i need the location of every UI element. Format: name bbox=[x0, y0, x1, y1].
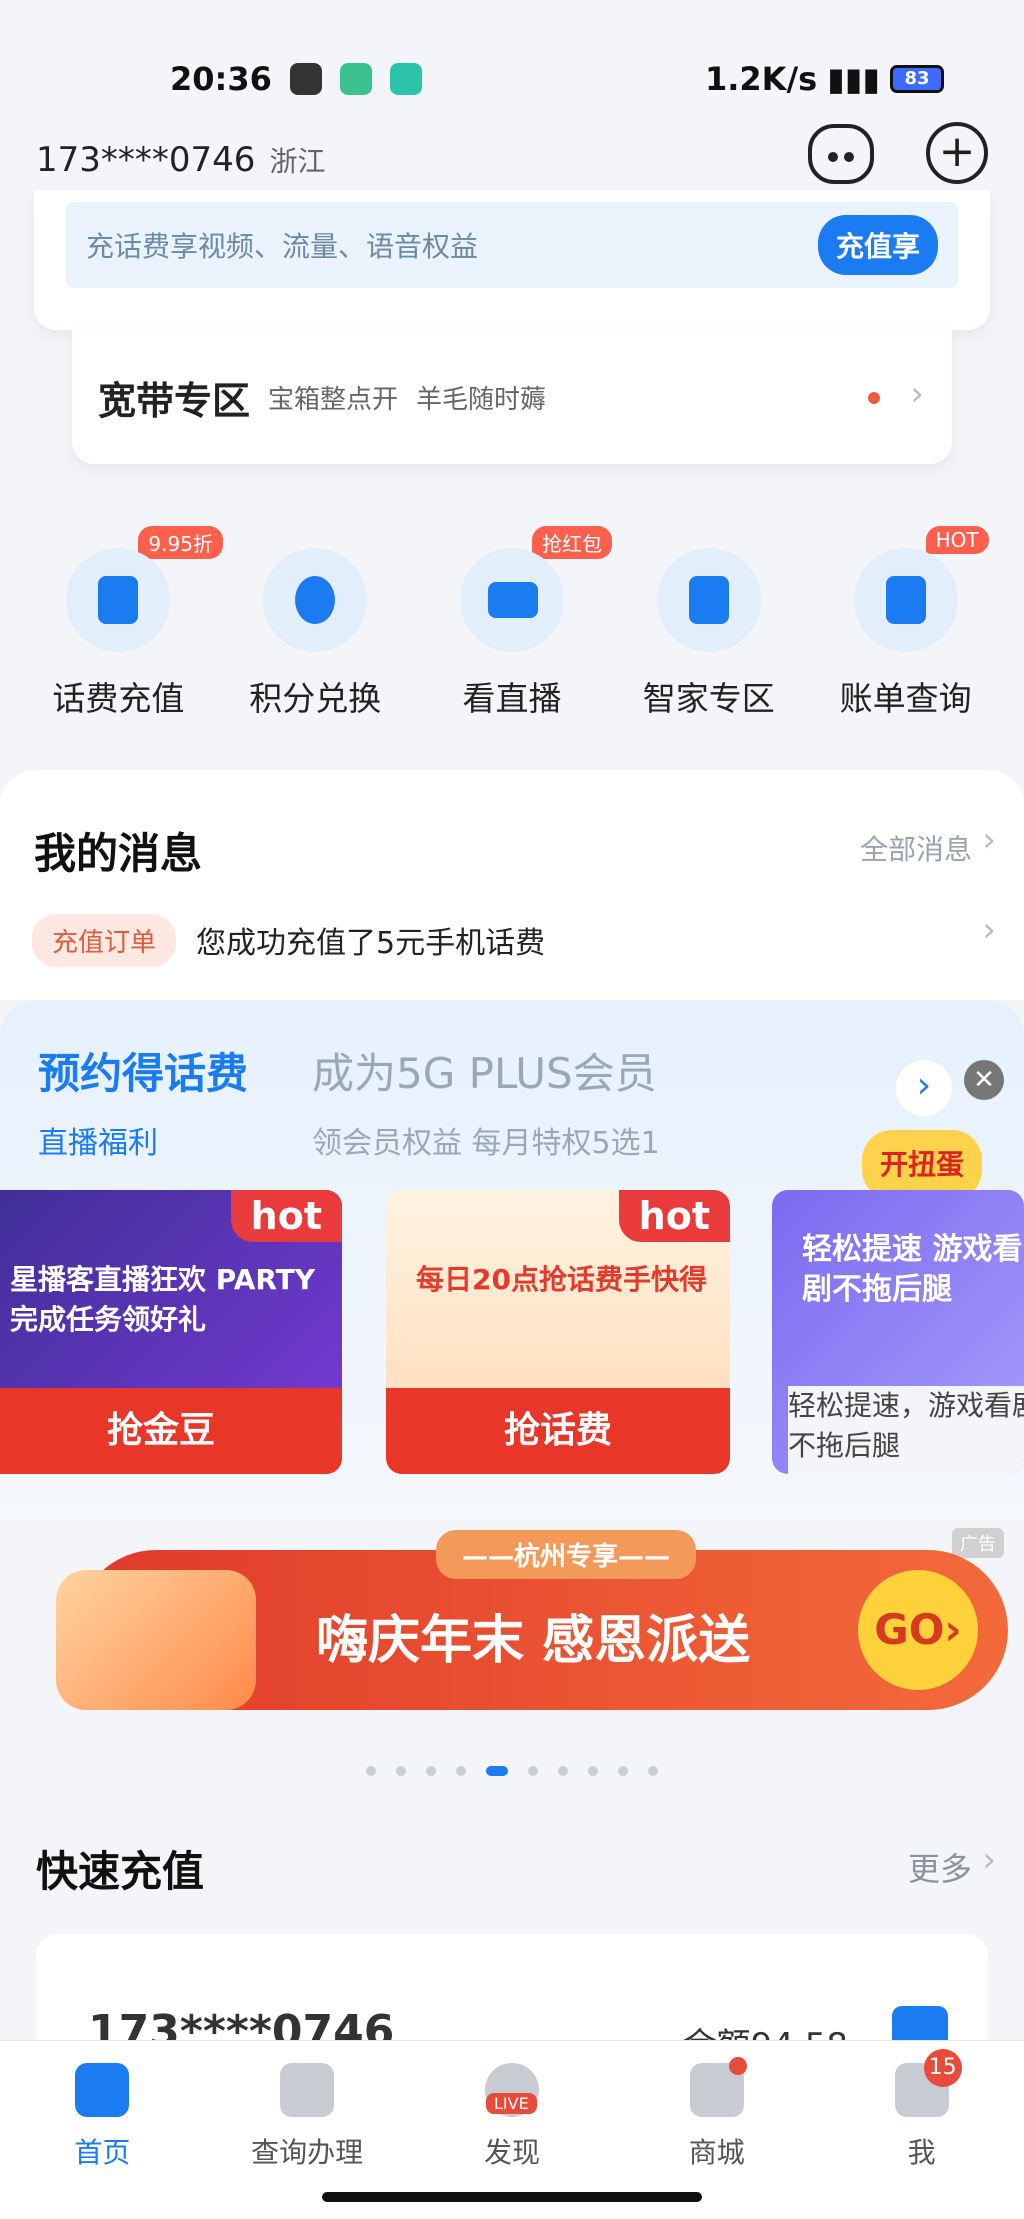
hot-badge: hot bbox=[618, 1190, 730, 1242]
broadband-zone[interactable]: 宽带专区 宝箱整点开 羊毛随时薅 › bbox=[72, 330, 952, 464]
all-messages-link[interactable]: 全部消息 bbox=[860, 828, 972, 868]
entry-points-exchange[interactable]: 积分兑换 bbox=[225, 520, 405, 720]
tab-home[interactable]: 首页 bbox=[32, 2063, 172, 2219]
promo-card-live[interactable]: hot 星播客直播狂欢 PARTY 完成任务领好礼 抢金豆 bbox=[0, 1190, 342, 1474]
broadband-sub1: 宝箱整点开 bbox=[268, 384, 399, 415]
tab-me[interactable]: 15 我 bbox=[852, 2049, 992, 2219]
coins-icon bbox=[263, 548, 368, 652]
unread-count-badge: 15 bbox=[923, 2049, 962, 2087]
entry-badge: 9.95折 bbox=[138, 526, 223, 559]
ad-label: 广告 bbox=[952, 1528, 1004, 1558]
broadband-sub2: 羊毛随时薅 bbox=[416, 384, 547, 415]
battery-icon: 83 bbox=[890, 65, 944, 93]
signal-icon: ▮▮▮ bbox=[827, 60, 880, 98]
carousel-indicator bbox=[0, 1766, 1024, 1776]
chevron-right-icon: › bbox=[982, 910, 996, 950]
message-text[interactable]: 您成功充值了5元手机话费 bbox=[196, 918, 545, 962]
robot-assistant-icon[interactable] bbox=[808, 124, 874, 184]
clock: 20:36 bbox=[170, 60, 272, 98]
ad-heading: ——杭州专享—— bbox=[436, 1530, 697, 1579]
ad-banner[interactable]: ——杭州专享—— 嗨庆年末 感恩派送 GO› bbox=[56, 1530, 1008, 1710]
phone-number[interactable]: 173****0746 bbox=[36, 140, 255, 180]
grab-beans-button[interactable]: 抢金豆 bbox=[0, 1388, 342, 1474]
home-icon bbox=[75, 2063, 130, 2117]
entry-label: 智家专区 bbox=[642, 679, 775, 718]
chevron-right-icon: › bbox=[982, 1840, 996, 1880]
entry-label: 账单查询 bbox=[839, 679, 972, 718]
grab-bill-button[interactable]: 抢话费 bbox=[386, 1388, 730, 1474]
home-indicator[interactable] bbox=[322, 2192, 702, 2202]
next-tab-button[interactable]: › bbox=[896, 1060, 952, 1116]
tab-reserve-bill[interactable]: 预约得话费 bbox=[38, 1040, 248, 1101]
tab-label: 发现 bbox=[483, 2136, 540, 2169]
tab-label: 查询办理 bbox=[251, 2136, 364, 2169]
video-icon bbox=[459, 548, 564, 652]
network-speed: 1.2K/s bbox=[704, 60, 818, 98]
home-icon bbox=[656, 548, 761, 652]
promo-card-bill[interactable]: hot 每日20点抢话费手快得 抢话费 bbox=[386, 1190, 730, 1474]
tab-label: 商城 bbox=[688, 2136, 745, 2169]
phone-icon bbox=[66, 548, 171, 652]
tab-5g-plus[interactable]: 成为5G PLUS会员 bbox=[312, 1040, 657, 1101]
promo-card-desc: 轻松提速，游戏看剧不拖后腿 bbox=[788, 1386, 1024, 1474]
quick-entries: 9.95折 话费充值 积分兑换 抢红包 看直播 智家专区 HOT 账单查询 bbox=[0, 520, 1024, 720]
my-messages: 我的消息 全部消息 › 充值订单 您成功充值了5元手机话费 › bbox=[0, 770, 1024, 1000]
recharge-card: 充话费享视频、流量、语音权益 充值享 bbox=[34, 190, 990, 330]
chevron-right-icon: › bbox=[982, 820, 996, 860]
tab-label: 首页 bbox=[74, 2136, 131, 2169]
promo-section: 预约得话费 直播福利 成为5G PLUS会员 领会员权益 每月特权5选1 › ✕… bbox=[0, 1000, 1024, 1520]
tab-reserve-bill-sub: 直播福利 bbox=[38, 1126, 158, 1161]
more-link[interactable]: 更多 bbox=[908, 1844, 972, 1890]
promo-card-text: 星播客直播狂欢 PARTY 完成任务领好礼 bbox=[10, 1263, 316, 1336]
status-bar: 20:36 1.2K/s ▮▮▮ 83 bbox=[0, 0, 1024, 118]
notification-dot bbox=[728, 2057, 747, 2075]
messages-title: 我的消息 bbox=[34, 829, 203, 878]
ad-slogan: 嗨庆年末 感恩派送 bbox=[316, 1611, 751, 1671]
message-notification-icon bbox=[289, 63, 322, 95]
recharge-banner[interactable]: 充话费享视频、流量、语音权益 充值享 bbox=[66, 202, 958, 288]
promo-card-text: 每日20点抢话费手快得 bbox=[416, 1263, 707, 1296]
add-icon[interactable]: + bbox=[926, 122, 988, 184]
app-notification-icon-2 bbox=[389, 63, 422, 95]
go-button[interactable]: GO› bbox=[858, 1570, 978, 1690]
app-notification-icon bbox=[339, 63, 372, 95]
notification-dot bbox=[868, 392, 880, 404]
region-label: 浙江 bbox=[269, 145, 326, 178]
broadband-title: 宽带专区 bbox=[98, 378, 251, 423]
hot-badge: hot bbox=[230, 1190, 342, 1242]
entry-badge: 抢红包 bbox=[531, 526, 612, 559]
chevron-right-icon: › bbox=[910, 374, 924, 414]
tab-label: 我 bbox=[907, 2136, 936, 2169]
entry-bill-recharge[interactable]: 9.95折 话费充值 bbox=[28, 520, 223, 720]
message-tag: 充值订单 bbox=[32, 914, 177, 967]
grid-icon bbox=[280, 2063, 335, 2117]
gashapon-label: 开扭蛋 bbox=[879, 1148, 964, 1181]
entry-smart-home[interactable]: 智家专区 bbox=[619, 520, 799, 720]
bill-icon bbox=[853, 548, 958, 652]
gift-box-illustration bbox=[56, 1570, 256, 1710]
close-icon[interactable]: ✕ bbox=[964, 1060, 1004, 1100]
entry-bill-query[interactable]: HOT 账单查询 bbox=[816, 520, 996, 720]
entry-badge: HOT bbox=[925, 526, 989, 554]
quick-recharge-title: 快速充值 bbox=[36, 1847, 205, 1896]
live-badge: LIVE bbox=[485, 2093, 537, 2114]
tab-5g-plus-sub: 领会员权益 每月特权5选1 bbox=[312, 1126, 660, 1161]
entry-label: 看直播 bbox=[462, 679, 562, 718]
entry-label: 话费充值 bbox=[52, 679, 185, 718]
recharge-button[interactable]: 充值享 bbox=[817, 215, 938, 275]
promo-card-speedup[interactable]: 轻松提速 游戏看剧不拖后腿 轻松提速，游戏看剧不拖后腿 bbox=[772, 1190, 1024, 1474]
recharge-banner-text: 充话费享视频、流量、语音权益 bbox=[86, 230, 479, 263]
promo-card-text: 轻松提速 游戏看剧不拖后腿 bbox=[802, 1232, 1023, 1307]
entry-watch-live[interactable]: 抢红包 看直播 bbox=[422, 520, 612, 720]
entry-label: 积分兑换 bbox=[249, 679, 382, 718]
